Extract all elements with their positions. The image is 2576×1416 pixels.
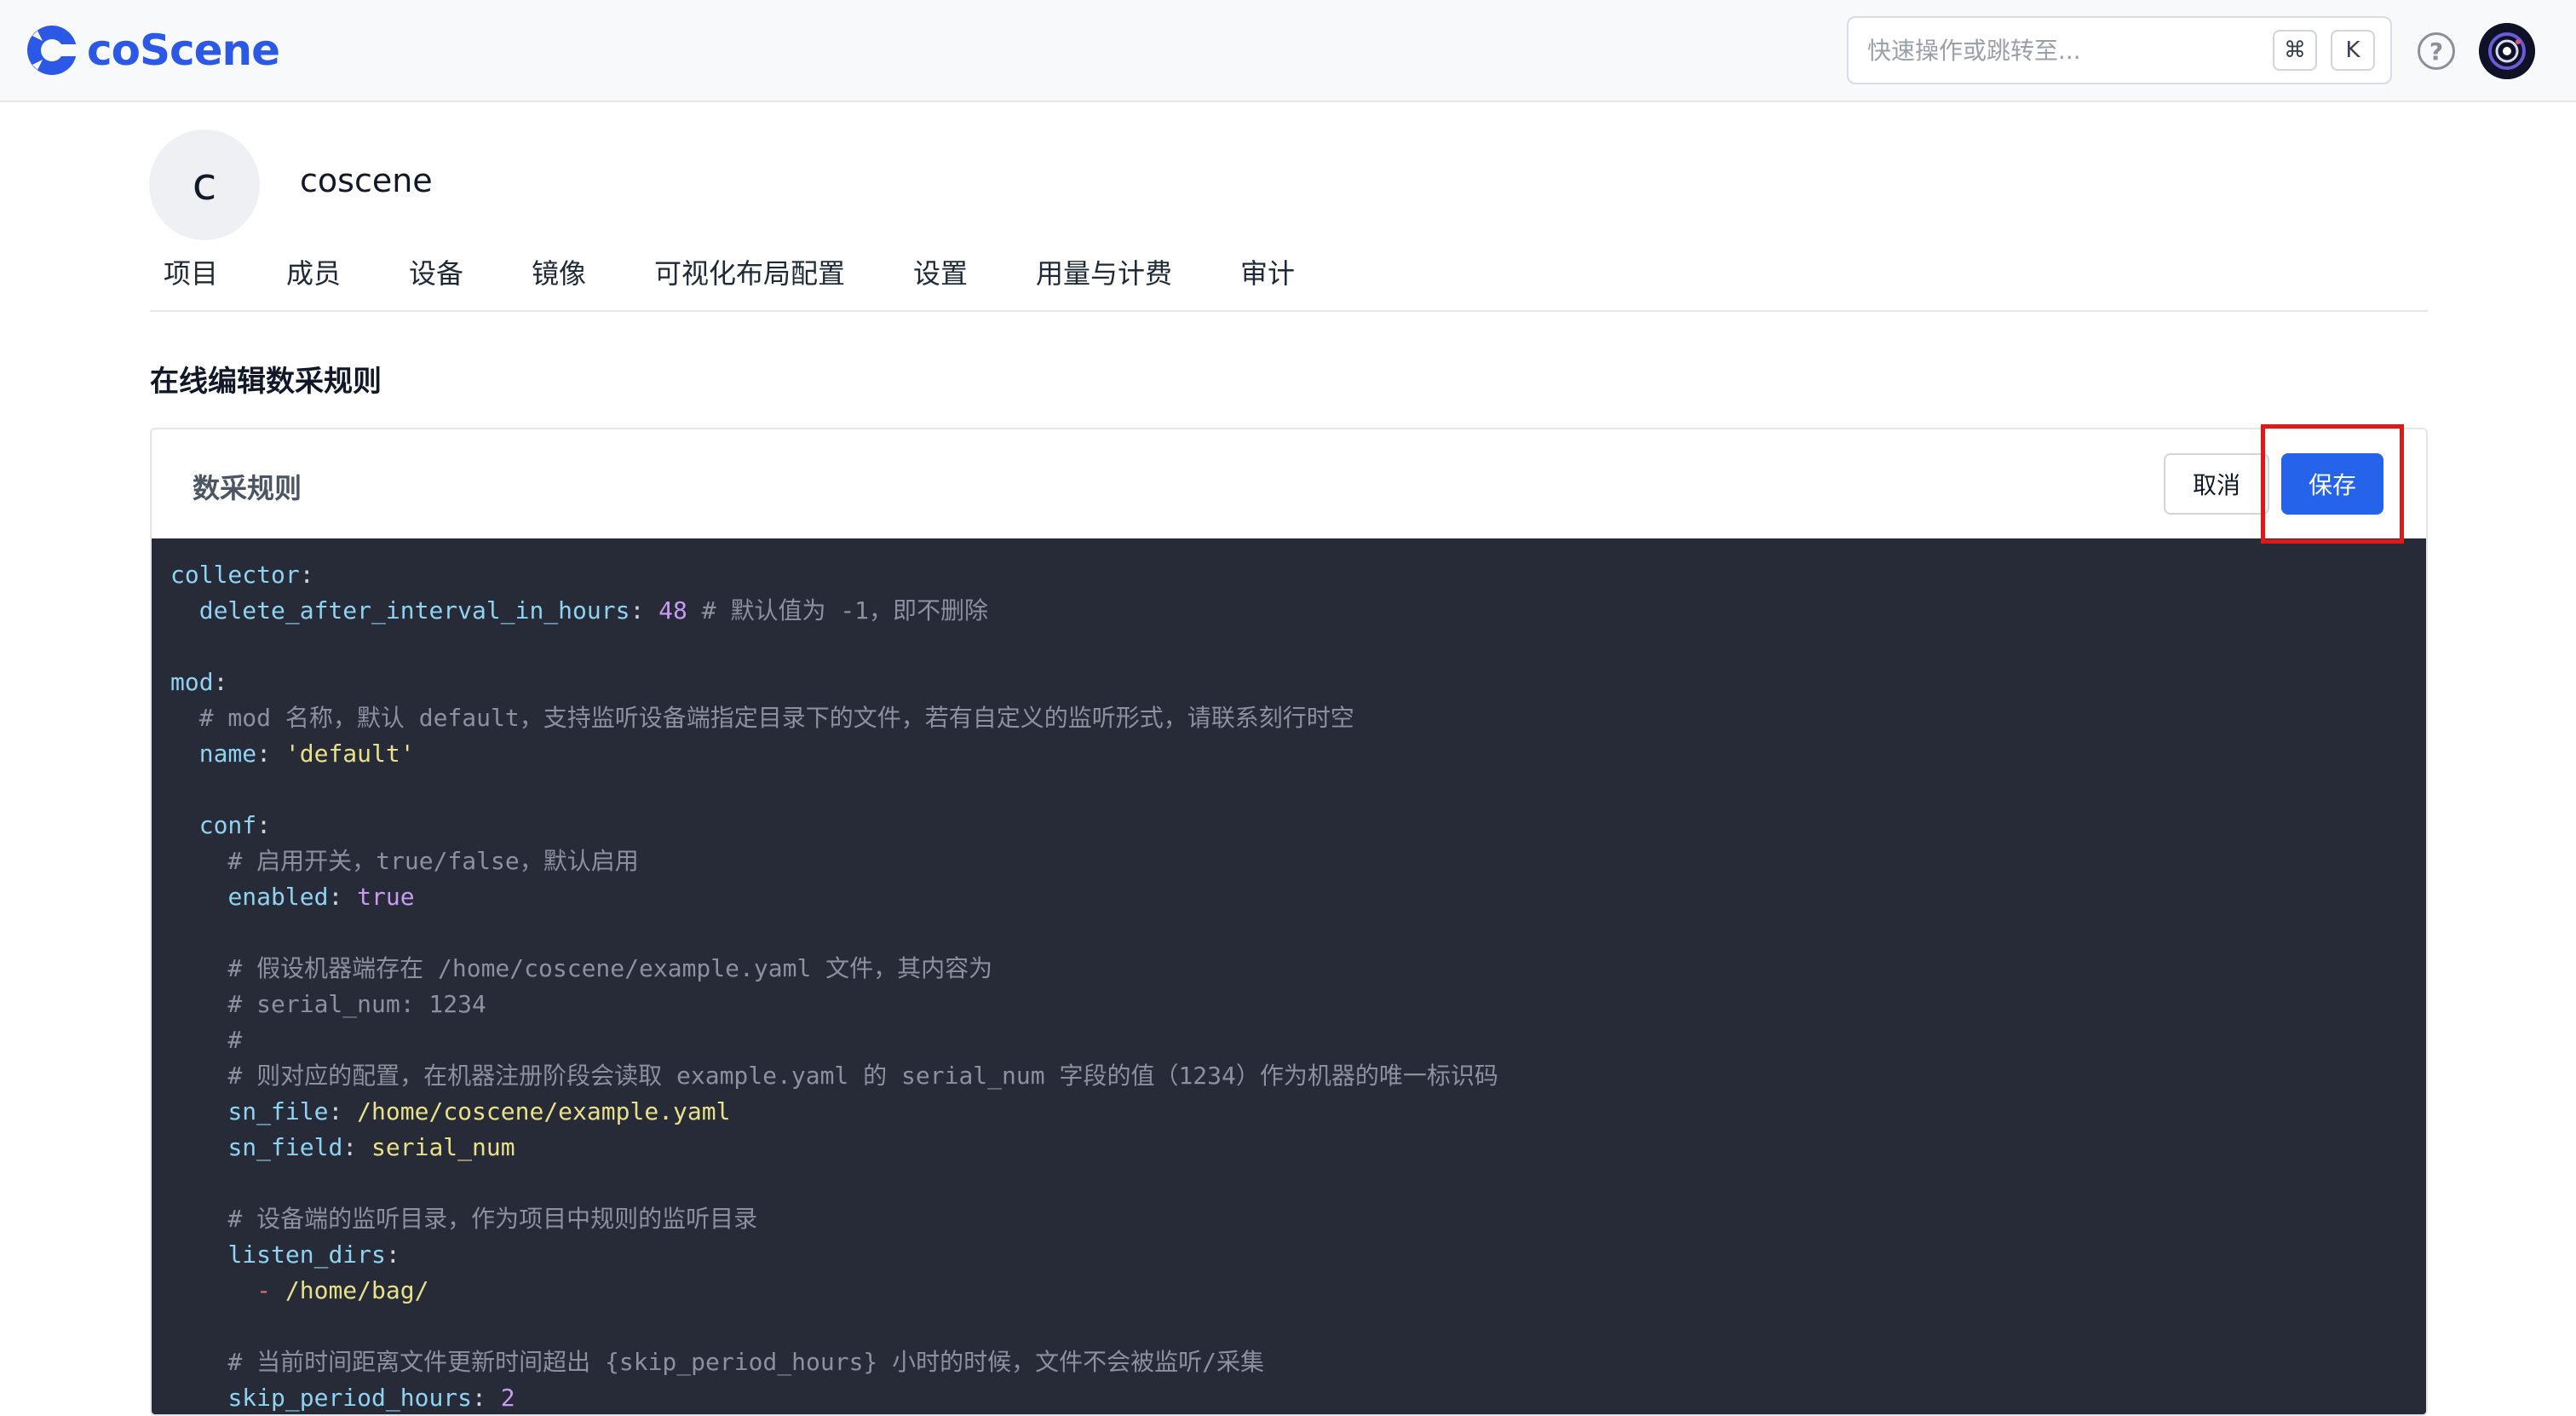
tab-projects[interactable]: 项目 <box>164 252 218 291</box>
code-token: 48 <box>658 596 687 625</box>
command-key-icon: ⌘ <box>2273 30 2317 71</box>
tab-images[interactable]: 镜像 <box>532 252 586 291</box>
code-line: # 设备端的监听目录，作为项目中规则的监听目录 <box>152 1201 2426 1237</box>
org-avatar: c <box>149 130 260 240</box>
code-line: # 当前时间距离文件更新时间超出 {skip_period_hours} 小时的… <box>152 1344 2426 1380</box>
code-line: # 假设机器端存在 /home/coscene/example.yaml 文件，… <box>152 951 2426 987</box>
code-line: name: 'default' <box>152 736 2426 772</box>
code-line: # serial_num: 1234 <box>152 987 2426 1022</box>
code-token: sn_file <box>227 1097 329 1125</box>
code-token: : <box>256 740 285 768</box>
code-token: 'default' <box>285 740 415 768</box>
help-icon[interactable]: ? <box>2418 32 2455 70</box>
code-token: # 默认值为 -1，即不删除 <box>687 596 989 625</box>
page-title: 在线编辑数采规则 <box>150 365 382 399</box>
code-token: collector <box>170 561 300 589</box>
code-token: # mod 名称，默认 default，支持监听设备端指定目录下的文件，若有自定… <box>170 704 1354 732</box>
code-line: mod: <box>152 665 2426 700</box>
save-button[interactable]: 保存 <box>2281 453 2383 515</box>
user-avatar-image <box>2479 23 2535 79</box>
code-token: # 假设机器端存在 /home/coscene/example.yaml 文件，… <box>170 954 993 982</box>
code-token: enabled <box>227 883 329 911</box>
code-token: skip_period_hours <box>227 1384 473 1412</box>
code-token: # serial_num: 1234 <box>170 990 486 1018</box>
card-header: 数采规则 取消 保存 <box>152 429 2426 538</box>
code-token: # 设备端的监听目录，作为项目中规则的监听目录 <box>170 1205 758 1233</box>
tab-layout-config[interactable]: 可视化布局配置 <box>654 252 845 291</box>
org-name: coscene <box>300 162 433 199</box>
code-line: # mod 名称，默认 default，支持监听设备端指定目录下的文件，若有自定… <box>152 700 2426 736</box>
brand-name: coScene <box>87 26 280 75</box>
code-line: # 则对应的配置，在机器注册阶段会读取 example.yaml 的 seria… <box>152 1058 2426 1094</box>
code-line: collector: <box>152 557 2426 593</box>
brand-logo[interactable]: coScene <box>26 22 280 78</box>
code-token: /home/bag/ <box>285 1276 429 1304</box>
code-token: : <box>472 1384 501 1412</box>
code-token: # 启用开关，true/false，默认启用 <box>170 847 639 875</box>
code-line: # <box>152 1022 2426 1058</box>
user-avatar[interactable] <box>2479 23 2535 79</box>
code-line: delete_after_interval_in_hours: 48 # 默认值… <box>152 593 2426 629</box>
top-bar: coScene ⌘ K ? <box>0 0 2576 102</box>
tab-members[interactable]: 成员 <box>286 252 341 291</box>
code-token: mod <box>170 668 214 696</box>
code-line: sn_field: serial_num <box>152 1130 2426 1166</box>
code-token: name <box>198 740 257 768</box>
code-token: : <box>328 1097 358 1125</box>
code-token: : <box>630 596 659 625</box>
code-token: sn_field <box>227 1133 343 1161</box>
code-token: : <box>385 1240 400 1269</box>
code-token: serial_num <box>371 1133 515 1161</box>
k-key-hint: K <box>2331 30 2375 71</box>
code-line: skip_period_hours: 2 <box>152 1380 2426 1414</box>
card-title: 数采规则 <box>193 472 302 504</box>
code-token: : <box>299 561 314 589</box>
code-token: : <box>256 811 272 839</box>
org-tabs: 项目 成员 设备 镜像 可视化布局配置 设置 用量与计费 审计 <box>150 252 2428 312</box>
rules-editor-card: 数采规则 取消 保存 collector: delete_after_inter… <box>150 428 2428 1416</box>
code-token: # <box>170 1026 243 1054</box>
tab-devices[interactable]: 设备 <box>409 252 463 291</box>
tab-audit[interactable]: 审计 <box>1240 252 1295 291</box>
code-token: /home/coscene/example.yaml <box>357 1097 731 1125</box>
code-token: true <box>357 883 415 911</box>
cancel-button[interactable]: 取消 <box>2164 453 2269 515</box>
code-line: # 启用开关，true/false，默认启用 <box>152 843 2426 879</box>
tab-usage-billing[interactable]: 用量与计费 <box>1036 252 1172 291</box>
code-line: sn_file: /home/coscene/example.yaml <box>152 1094 2426 1130</box>
code-editor[interactable]: collector: delete_after_interval_in_hour… <box>152 538 2426 1414</box>
code-line: listen_dirs: <box>152 1237 2426 1273</box>
quick-search[interactable]: ⌘ K <box>1847 16 2392 84</box>
code-token: : <box>342 1133 372 1161</box>
code-line: conf: <box>152 808 2426 843</box>
code-token: : <box>328 883 358 911</box>
code-token: 2 <box>500 1384 515 1412</box>
code-line: enabled: true <box>152 879 2426 915</box>
code-token: conf <box>198 811 257 839</box>
search-input[interactable] <box>1867 36 2273 65</box>
tab-settings[interactable]: 设置 <box>913 252 968 291</box>
code-token: delete_after_interval_in_hours <box>198 596 630 625</box>
code-token: # 当前时间距离文件更新时间超出 {skip_period_hours} 小时的… <box>170 1348 1265 1376</box>
code-token: : <box>213 668 228 696</box>
coscene-logo-icon <box>27 26 78 75</box>
code-token: # 则对应的配置，在机器注册阶段会读取 example.yaml 的 seria… <box>170 1062 1498 1090</box>
code-token: - <box>256 1276 285 1304</box>
code-token: listen_dirs <box>227 1240 386 1269</box>
code-line: - /home/bag/ <box>152 1273 2426 1309</box>
